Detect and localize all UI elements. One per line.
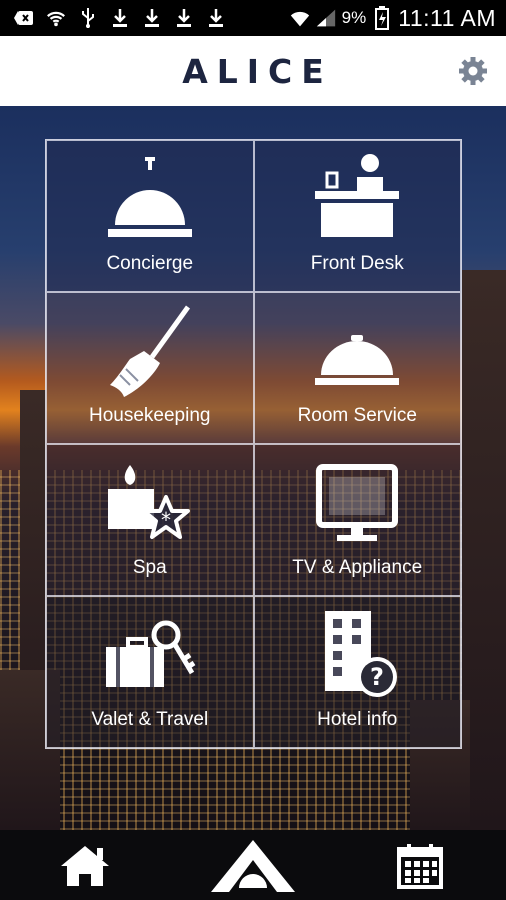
tile-label: Valet & Travel xyxy=(91,709,209,730)
back-arrow-icon xyxy=(14,8,34,28)
tile-label: Front Desk xyxy=(310,253,404,274)
svg-text:?: ? xyxy=(370,663,384,691)
calendar-button[interactable] xyxy=(392,840,448,892)
tile-tv-appliance[interactable]: TV & Appliance xyxy=(253,444,461,596)
tile-label: Spa xyxy=(132,557,167,578)
battery-icon xyxy=(372,6,392,30)
usb-icon xyxy=(78,8,98,28)
bottom-navigation xyxy=(0,830,506,900)
front-desk-icon xyxy=(315,154,400,237)
hotel-building-info-icon: ? xyxy=(325,611,398,697)
service-grid: Concierge Front Desk Housekeeping Room S… xyxy=(45,139,462,749)
home-button[interactable] xyxy=(57,840,113,892)
cell-signal-icon xyxy=(316,8,336,28)
tile-label: TV & Appliance xyxy=(292,557,423,578)
svg-text:*: * xyxy=(161,508,171,532)
broom-icon xyxy=(109,305,190,397)
tile-label: Room Service xyxy=(297,405,417,426)
download-icon xyxy=(174,8,194,28)
food-cloche-icon xyxy=(315,335,400,385)
concierge-bell-icon xyxy=(107,157,192,237)
home-icon xyxy=(61,846,109,886)
spa-candle-icon: * xyxy=(107,465,190,539)
clock-time: 11:11 AM xyxy=(398,4,496,31)
tile-concierge[interactable]: Concierge xyxy=(46,140,254,292)
tile-label: Hotel info xyxy=(317,709,398,730)
tile-front-desk[interactable]: Front Desk xyxy=(253,140,461,292)
tv-icon xyxy=(316,464,399,541)
alice-logo-icon xyxy=(211,840,295,892)
gear-icon[interactable] xyxy=(458,56,488,86)
tile-label: Housekeeping xyxy=(89,405,211,426)
wifi-icon xyxy=(46,8,66,28)
battery-percent: 9% xyxy=(341,8,367,27)
download-icon xyxy=(142,8,162,28)
app-title: ALICE xyxy=(182,51,333,91)
notification-icons xyxy=(0,8,226,28)
system-status: 9% 11:11 AM xyxy=(290,0,496,36)
luggage-key-icon xyxy=(105,620,196,687)
tile-housekeeping[interactable]: Housekeeping xyxy=(46,292,254,444)
download-icon xyxy=(110,8,130,28)
calendar-icon xyxy=(397,844,443,889)
app-header: ALICE xyxy=(0,36,506,106)
tile-spa[interactable]: * Spa xyxy=(46,444,254,596)
tile-valet-travel[interactable]: Valet & Travel xyxy=(46,596,254,748)
download-icon xyxy=(206,8,226,28)
tile-label: Concierge xyxy=(106,253,194,274)
alice-home-button[interactable] xyxy=(210,840,296,892)
tile-room-service[interactable]: Room Service xyxy=(253,292,461,444)
status-bar: 9% 11:11 AM xyxy=(0,0,506,36)
tile-hotel-info[interactable]: ? Hotel info xyxy=(253,596,461,748)
wifi-signal-icon xyxy=(290,8,310,28)
